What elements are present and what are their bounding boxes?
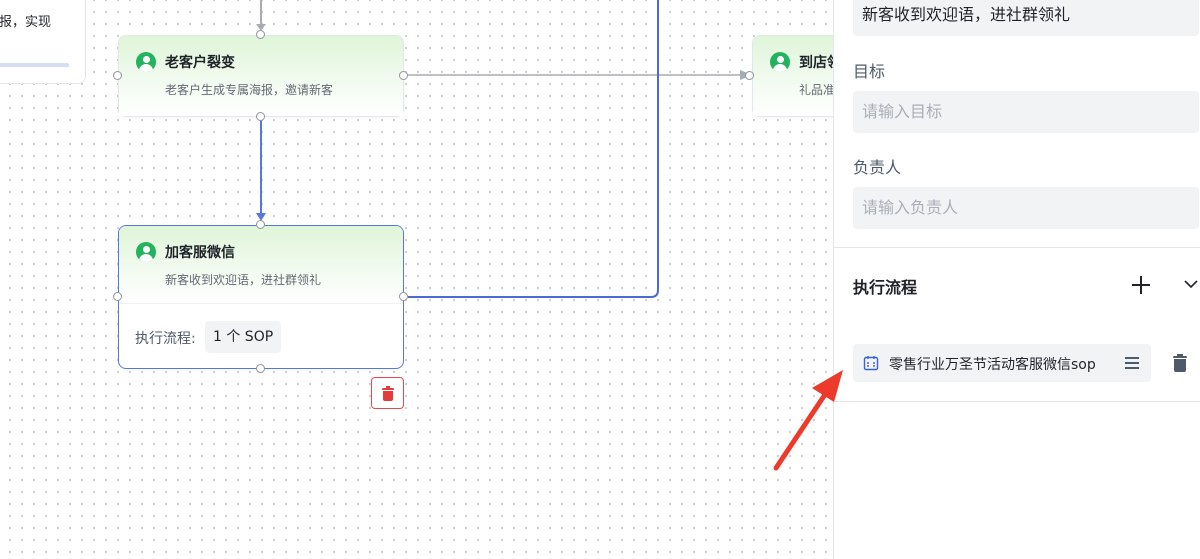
exec-flow-chip[interactable]: 1 个 SOP [205, 321, 282, 353]
node-desc: 新客收到欢迎语，进社群领礼 [165, 273, 322, 287]
edge-node2-to-top [408, 0, 659, 298]
section-divider [834, 401, 1200, 402]
node-config-panel: 新客收到欢迎语，进社群领礼 目标 请输入目标 负责人 请输入负责人 执行流程 零… [833, 0, 1200, 559]
node-old-customer-fission[interactable]: 老客户裂变 老客户生成专属海报，邀请新客 [118, 35, 404, 117]
description-field[interactable]: 新客收到欢迎语，进社群领礼 [853, 0, 1199, 36]
node-body: 执行流程: 1 个 SOP [119, 303, 403, 368]
node-desc: 老客户生成专属海报，邀请新客 [165, 83, 334, 97]
goal-label: 目标 [853, 62, 886, 81]
port-left[interactable] [113, 292, 122, 301]
exec-flow-label: 执行流程: [135, 331, 196, 347]
drag-handle-icon[interactable] [1125, 356, 1139, 370]
port-top[interactable] [256, 220, 265, 229]
calendar-icon [863, 355, 879, 371]
partial-node-card[interactable]: 报，实现 [0, 0, 86, 84]
node-add-service-wechat[interactable]: 加客服微信 新客收到欢迎语，进社群领礼 执行流程: 1 个 SOP [118, 225, 404, 369]
user-circle-icon [770, 52, 790, 72]
user-circle-icon [136, 52, 156, 72]
chevron-down-icon[interactable] [1184, 276, 1198, 290]
sop-list-item[interactable]: 零售行业万圣节活动客服微信sop [853, 344, 1151, 382]
port-bottom[interactable] [256, 364, 265, 373]
flow-canvas[interactable]: 报，实现 老客户裂变 老客户生成专属海报，邀请新客 加客服微信 新客收到欢迎语，… [0, 0, 834, 559]
delete-node-button[interactable] [371, 377, 404, 409]
exec-flow-section-title: 执行流程 [853, 278, 918, 297]
port-bottom[interactable] [256, 112, 265, 121]
goal-input[interactable]: 请输入目标 [853, 91, 1199, 133]
node-title: 老客户裂变 [165, 55, 235, 71]
section-divider [834, 247, 1200, 248]
node-header: 加客服微信 新客收到欢迎语，进社群领礼 [119, 226, 403, 303]
user-circle-icon [136, 242, 156, 262]
node-desc: 礼品准 [799, 83, 834, 97]
node-title: 加客服微信 [165, 245, 235, 261]
port-right[interactable] [399, 292, 408, 301]
node-header: 老客户裂变 老客户生成专属海报，邀请新客 [119, 36, 403, 116]
node-title: 到店领 [799, 55, 834, 71]
node-store-visit[interactable]: 到店领 礼品准 [752, 35, 834, 117]
node-header: 到店领 礼品准 [753, 36, 834, 116]
partial-node-progress [0, 63, 69, 67]
sop-item-label: 零售行业万圣节活动客服微信sop [889, 357, 1096, 373]
port-right[interactable] [399, 71, 408, 80]
port-left[interactable] [745, 71, 754, 80]
trash-icon[interactable] [1171, 354, 1189, 372]
owner-input[interactable]: 请输入负责人 [853, 187, 1199, 229]
port-top[interactable] [256, 30, 265, 39]
partial-node-text: 报，实现 [0, 15, 52, 30]
owner-label: 负责人 [853, 158, 902, 177]
plus-icon[interactable] [1132, 276, 1150, 294]
port-left[interactable] [113, 71, 122, 80]
